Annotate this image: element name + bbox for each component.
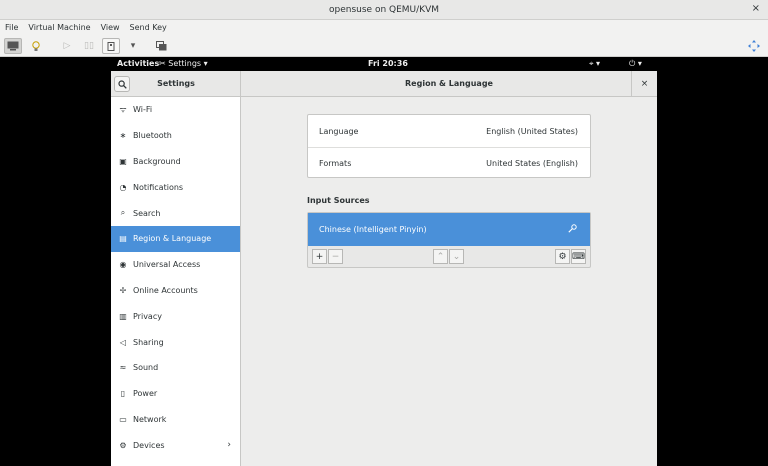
guest-display[interactable]: Activities ✂ Settings ▾ Fri 20:36 ⌖ ▾ ⏻ …	[0, 57, 768, 466]
search-icon: ⌕	[120, 208, 126, 218]
vm-titlebar: opensuse on QEMU/KVM ×	[0, 0, 768, 20]
panel-title: Region & Language	[405, 79, 493, 88]
sidebar-item-label: Sound	[133, 363, 159, 373]
sidebar-item-sharing[interactable]: ◁ Sharing	[111, 329, 240, 355]
sidebar-title: Settings	[157, 79, 195, 88]
sidebar-item-online-accounts[interactable]: ✢ Online Accounts	[111, 278, 240, 304]
sidebar-item-label: Universal Access	[133, 260, 201, 270]
universal-access-icon: ◉	[119, 260, 127, 270]
wifi-icon: ᯤ	[119, 105, 127, 115]
add-input-source-button[interactable]: +	[312, 249, 327, 264]
menu-view[interactable]: View	[96, 23, 125, 32]
formats-row[interactable]: Formats United States (English)	[308, 147, 590, 179]
app-menu[interactable]: ✂ Settings ▾	[159, 59, 208, 68]
sidebar-item-label: Region & Language	[133, 234, 212, 244]
settings-window: Settings Region & Language × ᯤ Wi-Fi ∗ B…	[111, 71, 657, 466]
pause-icon[interactable]: ▯▯	[80, 38, 98, 54]
run-icon[interactable]: ▷	[58, 38, 76, 54]
clock[interactable]: Fri 20:36	[368, 59, 408, 68]
sidebar-item-universal-access[interactable]: ◉ Universal Access	[111, 252, 240, 278]
details-icon[interactable]	[27, 38, 45, 54]
language-formats-card: Language English (United States) Formats…	[307, 114, 591, 178]
network-icon: ▭	[119, 414, 127, 424]
console-icon[interactable]	[4, 38, 22, 54]
input-source-settings-button[interactable]: ⚙	[555, 249, 570, 264]
input-sources-list: Chinese (Intelligent Pinyin) + − ⌃ ⌄ ⚙ ⌨	[307, 212, 591, 268]
sharing-icon: ◁	[119, 337, 127, 347]
region-icon: ▤	[119, 234, 127, 244]
remove-input-source-button[interactable]: −	[328, 249, 343, 264]
sidebar-item-label: Notifications	[133, 182, 184, 192]
keyboard-layout-button[interactable]: ⌨	[571, 249, 586, 264]
language-row[interactable]: Language English (United States)	[308, 115, 590, 147]
snapshots-icon[interactable]	[152, 38, 170, 54]
region-panel: Language English (United States) Formats…	[241, 97, 657, 466]
sidebar-item-network[interactable]: ▭ Network	[111, 407, 240, 433]
gnome-top-bar: Activities ✂ Settings ▾ Fri 20:36 ⌖ ▾ ⏻ …	[111, 57, 657, 71]
dropdown-icon[interactable]: ▾	[124, 38, 142, 54]
input-source-name: Chinese (Intelligent Pinyin)	[319, 225, 427, 234]
header-left: Settings	[111, 71, 241, 97]
sidebar-item-label: Network	[133, 414, 167, 424]
sound-icon: ≈	[119, 363, 127, 373]
settings-sidebar: ᯤ Wi-Fi ∗ Bluetooth ▣ Background ◔ Notif…	[111, 97, 241, 466]
shutdown-icon[interactable]	[102, 38, 120, 54]
sidebar-item-search[interactable]: ⌕ Search	[111, 200, 240, 226]
vm-menubar: File Virtual Machine View Send Key	[0, 20, 768, 35]
sidebar-item-wifi[interactable]: ᯤ Wi-Fi	[111, 97, 240, 123]
formats-label: Formats	[319, 159, 352, 168]
sidebar-item-label: Power	[133, 389, 158, 399]
privacy-icon: ▥	[119, 311, 127, 321]
sidebar-item-background[interactable]: ▣ Background	[111, 149, 240, 175]
sidebar-item-power[interactable]: ▯ Power	[111, 381, 240, 407]
menu-send-key[interactable]: Send Key	[125, 23, 172, 32]
input-sources-toolbar: + − ⌃ ⌄ ⚙ ⌨	[308, 246, 590, 267]
sidebar-item-region-language[interactable]: ▤ Region & Language	[111, 225, 240, 252]
window-title: opensuse on QEMU/KVM	[329, 4, 439, 15]
devices-icon: ⚙	[119, 440, 127, 450]
sidebar-item-label: Sharing	[133, 337, 164, 347]
tools-icon: ✂	[159, 59, 166, 68]
sidebar-item-label: Online Accounts	[133, 285, 198, 295]
background-icon: ▣	[119, 156, 127, 166]
sidebar-item-label: Background	[133, 156, 181, 166]
notifications-icon: ◔	[119, 182, 127, 192]
input-sources-heading: Input Sources	[307, 196, 370, 205]
chevron-right-icon: ›	[227, 440, 231, 451]
activities-button[interactable]: Activities	[117, 59, 159, 68]
bluetooth-icon: ∗	[119, 131, 127, 141]
menu-virtual-machine[interactable]: Virtual Machine	[23, 23, 95, 32]
key-icon	[568, 224, 577, 235]
power-tray-icon[interactable]: ⏻ ▾	[629, 59, 642, 69]
sidebar-item-notifications[interactable]: ◔ Notifications	[111, 174, 240, 200]
sidebar-item-label: Devices	[133, 440, 165, 450]
sidebar-item-label: Search	[133, 208, 161, 218]
move-down-button[interactable]: ⌄	[449, 249, 464, 264]
move-up-button[interactable]: ⌃	[433, 249, 448, 264]
header-bar: Settings Region & Language ×	[111, 71, 657, 97]
menu-file[interactable]: File	[0, 23, 23, 32]
language-label: Language	[319, 126, 359, 136]
sidebar-item-devices[interactable]: ⚙ Devices ›	[111, 432, 240, 458]
app-menu-label: Settings ▾	[168, 59, 208, 68]
sidebar-item-label: Privacy	[133, 311, 162, 321]
sidebar-item-label: Bluetooth	[133, 131, 172, 141]
window-close-button[interactable]: ×	[752, 3, 760, 14]
formats-value: United States (English)	[486, 159, 578, 168]
input-source-row[interactable]: Chinese (Intelligent Pinyin)	[308, 213, 590, 246]
vm-toolbar: ▷ ▯▯ ▾	[0, 35, 768, 57]
sidebar-item-sound[interactable]: ≈ Sound	[111, 355, 240, 381]
online-accounts-icon: ✢	[119, 285, 127, 295]
network-tray-icon[interactable]: ⌖ ▾	[589, 59, 600, 69]
language-value: English (United States)	[486, 126, 578, 136]
sidebar-item-privacy[interactable]: ▥ Privacy	[111, 303, 240, 329]
fullscreen-icon[interactable]	[745, 38, 763, 54]
power-icon: ▯	[120, 389, 126, 399]
sidebar-item-label: Wi-Fi	[133, 105, 153, 115]
sidebar-item-bluetooth[interactable]: ∗ Bluetooth	[111, 123, 240, 149]
settings-close-button[interactable]: ×	[631, 71, 657, 97]
